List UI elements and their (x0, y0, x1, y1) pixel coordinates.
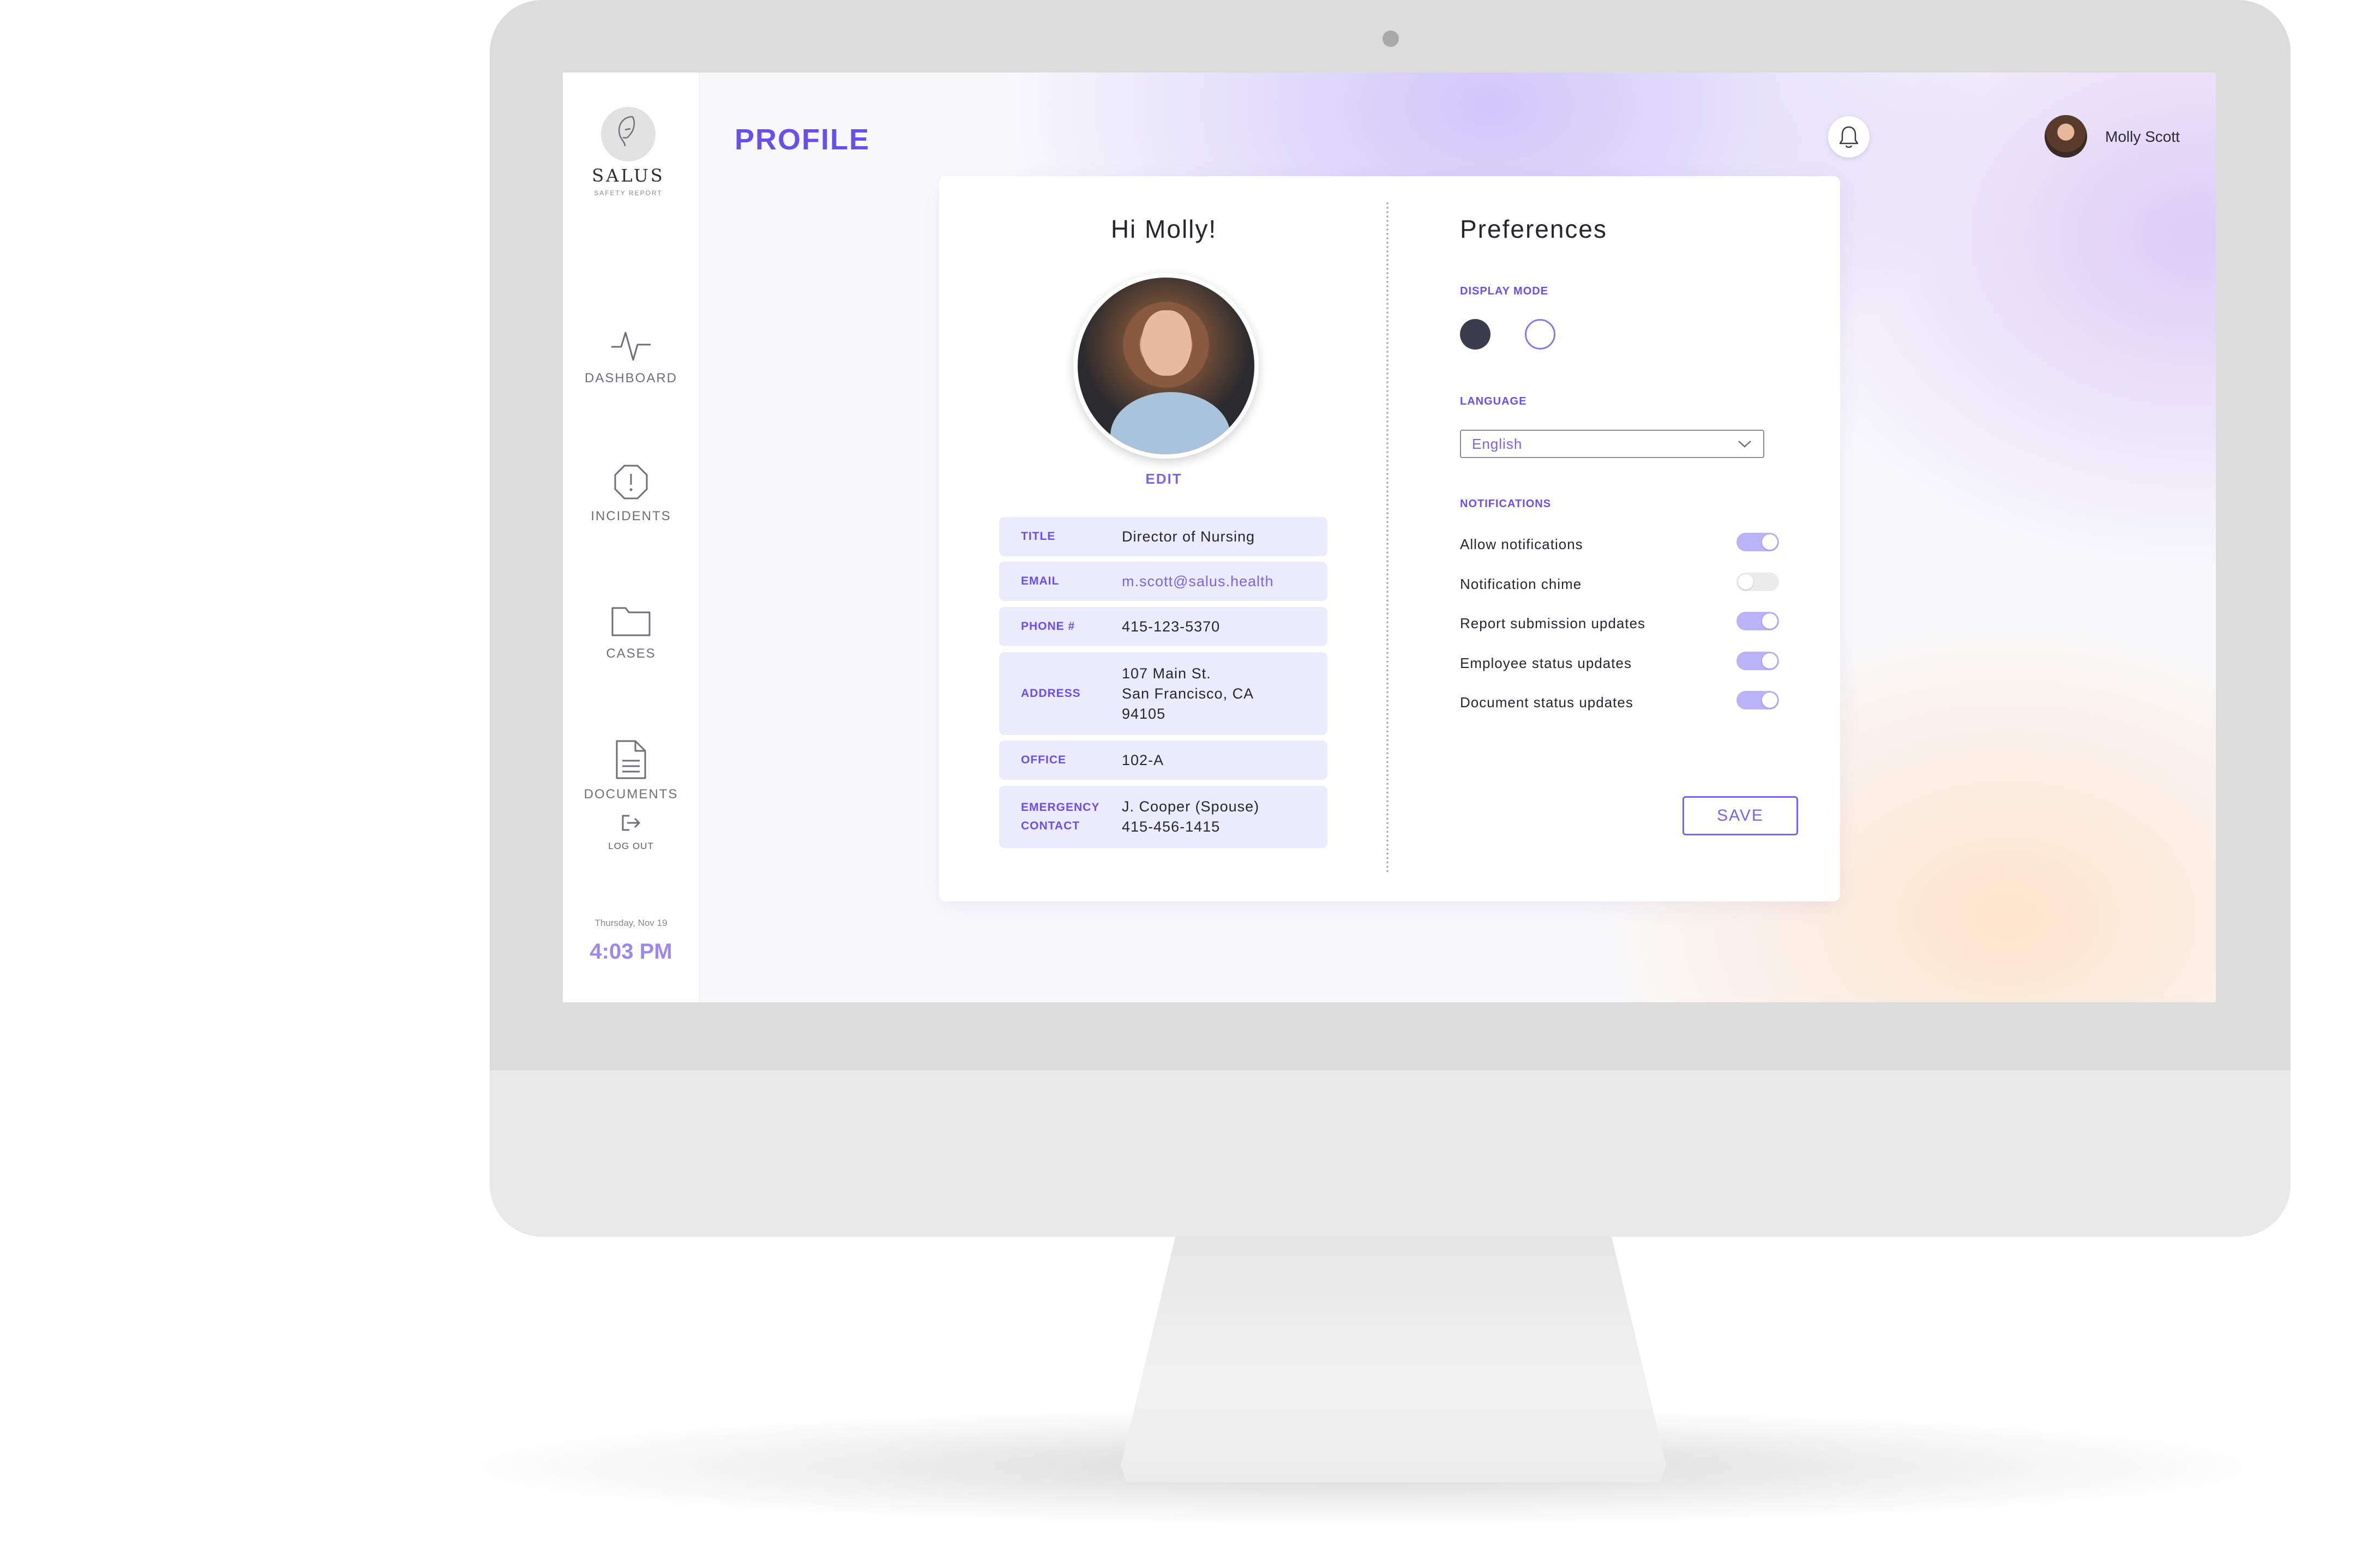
current-date: Thursday, Nov 19 (594, 918, 668, 928)
info-value: 102-A (1122, 751, 1164, 768)
logout-label: LOG OUT (608, 841, 654, 851)
logout-button[interactable]: LOG OUT (563, 811, 699, 852)
toggle-allow-notifications[interactable] (1736, 533, 1779, 551)
notifications-button[interactable] (1828, 116, 1870, 158)
light-mode-option[interactable] (1525, 319, 1555, 350)
camera (1383, 31, 1399, 47)
toggle-report-submission-updates[interactable] (1736, 612, 1779, 630)
preferences-title: Preferences (1460, 215, 1608, 243)
page-title: PROFILE (735, 123, 870, 156)
toggle-knob (1762, 613, 1777, 629)
dark-mode-option[interactable] (1460, 319, 1490, 350)
sidebar-item-documents[interactable]: DOCUMENTS (563, 739, 699, 802)
info-row-email: EMAIL m.scott@salus.health (999, 562, 1327, 601)
logo-icon (601, 107, 656, 161)
profile-card: Hi Molly! EDIT TITLE Director of Nursing… (939, 176, 1840, 901)
logo-text: SALUS (592, 165, 665, 186)
language-label: LANGUAGE (1460, 395, 1527, 407)
photo-face (1142, 310, 1191, 376)
language-select-value: English (1472, 435, 1523, 452)
email-link[interactable]: m.scott@salus.health (1122, 571, 1274, 592)
sidebar-item-cases[interactable]: CASES (563, 601, 699, 661)
document-icon (616, 740, 646, 779)
sidebar-item-label: DOCUMENTS (584, 787, 678, 802)
save-button[interactable]: SAVE (1682, 796, 1798, 835)
notification-label: Notification chime (1460, 576, 1582, 592)
address-line: 107 Main St. (1122, 665, 1211, 682)
toggle-document-status-updates[interactable] (1736, 691, 1779, 709)
sidebar-item-dashboard[interactable]: DASHBOARD (563, 326, 699, 386)
notifications-label: NOTIFICATIONS (1460, 498, 1552, 510)
monitor-stand (1121, 1237, 1666, 1482)
label-line: EMERGENCY (1021, 801, 1100, 814)
toggle-notification-chime[interactable] (1736, 573, 1779, 591)
toggle-knob (1738, 574, 1753, 589)
notification-label: Employee status updates (1460, 655, 1632, 671)
sidebar: SALUS SAFETY REPORT DASHBOARD INCIDENTS … (563, 73, 700, 1002)
notification-label: Report submission updates (1460, 615, 1646, 631)
profile-photo (1073, 273, 1259, 459)
card-divider (1386, 202, 1389, 873)
logout-icon (622, 815, 641, 831)
address-line: 94105 (1122, 705, 1166, 722)
notification-label: Document status updates (1460, 694, 1633, 711)
user-name[interactable]: Molly Scott (2105, 128, 2180, 146)
info-row-address: ADDRESS 107 Main St. San Francisco, CA 9… (999, 652, 1327, 735)
info-label: PHONE # (1021, 620, 1075, 633)
info-label: EMERGENCY CONTACT (999, 798, 1122, 835)
folder-icon (611, 607, 651, 636)
emergency-line: J. Cooper (Spouse) (1122, 798, 1260, 815)
sidebar-item-incidents[interactable]: INCIDENTS (563, 464, 699, 524)
photo-shirt (1110, 392, 1230, 454)
info-row-emergency-contact: EMERGENCY CONTACT J. Cooper (Spouse) 415… (999, 786, 1327, 848)
emergency-value: J. Cooper (Spouse) 415-456-1415 (1122, 797, 1259, 837)
info-label: OFFICE (1021, 754, 1066, 766)
info-row-office: OFFICE 102-A (999, 741, 1327, 780)
alert-octagon-icon (614, 465, 648, 499)
current-time: 4:03 PM (590, 940, 672, 964)
address-value: 107 Main St. San Francisco, CA 94105 (1122, 664, 1254, 724)
label-line: CONTACT (1021, 820, 1080, 832)
info-row-title: TITLE Director of Nursing (999, 517, 1327, 556)
info-label: ADDRESS (1021, 687, 1081, 700)
emergency-line: 415-456-1415 (1122, 818, 1221, 835)
sidebar-item-label: INCIDENTS (591, 509, 671, 523)
sidebar-item-label: CASES (606, 646, 656, 661)
app-screen: SALUS SAFETY REPORT DASHBOARD INCIDENTS … (563, 73, 2216, 1002)
info-row-phone: PHONE # 415-123-5370 (999, 607, 1327, 646)
info-label: EMAIL (1021, 575, 1060, 587)
logo-tagline: SAFETY REPORT (594, 189, 663, 197)
info-label: TITLE (1021, 530, 1056, 543)
display-mode-label: DISPLAY MODE (1460, 285, 1549, 297)
language-select[interactable]: English (1460, 430, 1764, 458)
bell-icon (1839, 126, 1859, 148)
toggle-knob (1762, 693, 1777, 708)
user-avatar[interactable] (2045, 115, 2087, 158)
greeting: Hi Molly! (1110, 215, 1217, 243)
monitor-chin (490, 1070, 2291, 1237)
edit-profile-link[interactable]: EDIT (939, 471, 1389, 487)
info-value: 415-123-5370 (1122, 618, 1221, 635)
address-line: San Francisco, CA (1122, 685, 1254, 702)
toggle-knob (1762, 653, 1777, 669)
sidebar-item-label: DASHBOARD (584, 371, 678, 386)
toggle-knob (1762, 534, 1777, 550)
toggle-employee-status-updates[interactable] (1736, 652, 1779, 670)
info-value: Director of Nursing (1122, 528, 1255, 545)
chevron-down-icon (1738, 441, 1751, 448)
pulse-icon (611, 332, 651, 361)
notification-label: Allow notifications (1460, 536, 1583, 552)
